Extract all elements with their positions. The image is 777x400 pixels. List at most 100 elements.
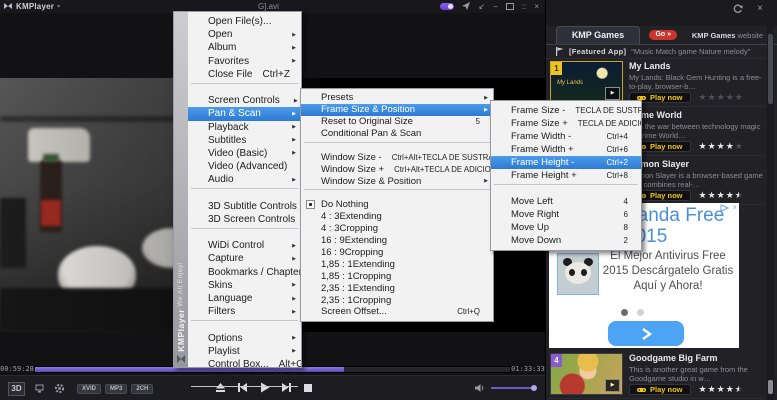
thumb-play-icon[interactable]: ▶	[605, 87, 620, 100]
menu-item[interactable]: Audio ▶	[188, 173, 301, 186]
menu-item[interactable]: WiDi Control ▶	[188, 239, 301, 252]
close-button[interactable]: ×	[534, 0, 539, 13]
menu-item[interactable]: Media Info... Alt+J	[188, 371, 301, 384]
snap-layout-icon[interactable]: ::	[522, 0, 526, 13]
menu-item[interactable]: Album ▶	[188, 41, 301, 54]
rank-badge: 4	[551, 354, 562, 367]
game-thumbnail[interactable]: My Lands 1 ▶	[550, 61, 623, 103]
toggle-switch-icon[interactable]	[440, 3, 454, 10]
play-now-button[interactable]: Play now	[629, 384, 691, 395]
menu-item[interactable]: Control Box... Alt+G	[188, 358, 301, 371]
menu-item[interactable]: Move Left 4	[491, 195, 641, 208]
menu-item[interactable]	[301, 187, 493, 199]
refresh-icon[interactable]	[733, 4, 743, 14]
stop-button[interactable]	[303, 383, 313, 393]
menu-item[interactable]: Window Size + Ctrl+Alt+TECLA DE ADICION	[301, 163, 493, 175]
kmp-games-website-link[interactable]: KMP Games website	[692, 31, 763, 40]
ad-next-button[interactable]	[608, 321, 684, 346]
thumb-play-icon[interactable]: ▶	[605, 379, 620, 392]
menu-item[interactable]: Options ▶	[188, 332, 301, 345]
rank-badge: 1	[551, 62, 562, 75]
menu-item[interactable]: Video (Advanced) ▶	[188, 160, 301, 173]
screen-capture-icon[interactable]	[35, 384, 44, 393]
menu-item[interactable]: Frame Height + Ctrl+8	[491, 169, 641, 182]
menu-item[interactable]: Pan & Scan ▶	[188, 107, 301, 120]
scrollbar-thumb[interactable]	[768, 34, 773, 104]
menu-item[interactable]: Language ▶	[188, 292, 301, 305]
menu-item[interactable]: 1,85 : 1Extending	[301, 258, 493, 270]
menu-item[interactable]: Skins ▶	[188, 279, 301, 292]
minimize-button[interactable]: −	[493, 0, 498, 13]
menu-item[interactable]: Move Right 6	[491, 208, 641, 221]
submenu-arrow-icon: ▶	[288, 150, 296, 156]
menu-item[interactable]: Frame Size + TECLA DE ADICION	[491, 117, 641, 130]
kmplayer-window: KMPlayer ▾ G].avi ↙ − :: × 00:59:28	[0, 0, 777, 400]
sidebar-scrollbar[interactable]	[767, 26, 774, 400]
scrollbar-bottom-button[interactable]	[768, 380, 773, 394]
menu-item[interactable]: 2,35 : 1Cropping	[301, 294, 493, 306]
menu-item[interactable]	[188, 81, 301, 94]
menu-item[interactable]: Window Size & Position ▶	[301, 175, 493, 187]
menu-item[interactable]	[188, 186, 301, 199]
menu-item[interactable]: Conditional Pan & Scan	[301, 128, 493, 140]
menu-item[interactable]: Open ▶	[188, 28, 301, 41]
submenu-arrow-icon: ▶	[288, 137, 296, 143]
menu-item[interactable]: Frame Width + Ctrl+6	[491, 143, 641, 156]
menu-item[interactable]: Playlist ▶	[188, 345, 301, 358]
menu-item[interactable]	[188, 318, 301, 331]
menu-item[interactable]: Frame Size - TECLA DE SUSTRACCION	[491, 104, 641, 117]
menu-item[interactable]: 3D Subtitle Controls ▶	[188, 200, 301, 213]
menu-item[interactable]: Capture ▶	[188, 252, 301, 265]
submenu-arrow-icon: ▶	[288, 124, 296, 130]
submenu-arrow-icon: ▶	[288, 111, 296, 117]
file-name: G].avi	[258, 2, 279, 11]
maximize-button[interactable]	[506, 3, 514, 10]
3d-mode-button[interactable]: 3D	[8, 382, 25, 396]
menu-item[interactable]: Close File Ctrl+Z	[188, 68, 301, 81]
menu-item[interactable]: Do Nothing	[301, 199, 493, 211]
chevron-down-icon[interactable]: ▾	[57, 3, 60, 10]
menu-brand-strip: KMPlayer We All Enjoy!	[174, 12, 188, 367]
menu-item[interactable]	[188, 226, 301, 239]
volume-slider[interactable]	[491, 387, 535, 389]
menu-item[interactable]: Move Down 2	[491, 234, 641, 247]
menu-item[interactable]: Frame Width - Ctrl+4	[491, 130, 641, 143]
settings-gear-icon[interactable]	[54, 383, 65, 394]
carousel-dots[interactable]	[621, 309, 644, 316]
menu-item[interactable]: 2,35 : 1Extending	[301, 282, 493, 294]
menu-item[interactable]: Screen Controls ▶	[188, 94, 301, 107]
game-thumbnail[interactable]: 4 ▶	[550, 353, 623, 395]
menu-item[interactable]: Playback ▶	[188, 121, 301, 134]
volume-knob[interactable]	[531, 385, 537, 391]
menu-item[interactable]: Bookmarks / Chapter ▶	[188, 266, 301, 279]
speaker-icon[interactable]	[475, 383, 486, 393]
menu-item[interactable]: 4 : 3Cropping	[301, 223, 493, 235]
menu-item[interactable]: 16 : 9Extending	[301, 235, 493, 247]
menu-item[interactable]: Reset to Original Size 5	[301, 116, 493, 128]
menu-item[interactable]: Presets ▶	[301, 92, 493, 104]
menu-item[interactable]: Favorites ▶	[188, 55, 301, 68]
menu-item[interactable]: Open File(s)...	[188, 15, 301, 28]
menu-item[interactable]: Window Size - Ctrl+Alt+TECLA DE SUSTRACC…	[301, 151, 493, 163]
menu-item[interactable]: 1,85 : 1Cropping	[301, 270, 493, 282]
go-badge[interactable]: Go »	[649, 30, 677, 40]
menu-item[interactable]: Frame Size & Position ▶	[301, 104, 493, 116]
menu-item[interactable]: Screen Offset... Ctrl+Q	[301, 306, 493, 318]
menu-item[interactable]	[491, 182, 641, 195]
featured-app-row[interactable]: [Featured App] "Music Match game Nature …	[546, 44, 765, 59]
pin-icon[interactable]	[462, 2, 471, 11]
menu-item[interactable]: 4 : 3Extending	[301, 211, 493, 223]
menu-item[interactable]	[188, 384, 301, 397]
menu-item[interactable]: 16 : 9Cropping	[301, 247, 493, 259]
resize-icon[interactable]: ↙	[479, 0, 486, 13]
menu-item[interactable]: Filters ▶	[188, 305, 301, 318]
submenu-arrow-icon: ▶	[288, 32, 296, 38]
menu-item[interactable]: Subtitles ▶	[188, 134, 301, 147]
sidebar-close-icon[interactable]: ×	[757, 4, 763, 14]
menu-item[interactable]: Frame Height - Ctrl+2	[491, 156, 641, 169]
menu-item[interactable]: Video (Basic) ▶	[188, 147, 301, 160]
tab-kmp-games[interactable]: KMP Games	[556, 26, 640, 44]
menu-item[interactable]: 3D Screen Controls ▶	[188, 213, 301, 226]
menu-item[interactable]: Move Up 8	[491, 221, 641, 234]
menu-item[interactable]	[301, 140, 493, 152]
